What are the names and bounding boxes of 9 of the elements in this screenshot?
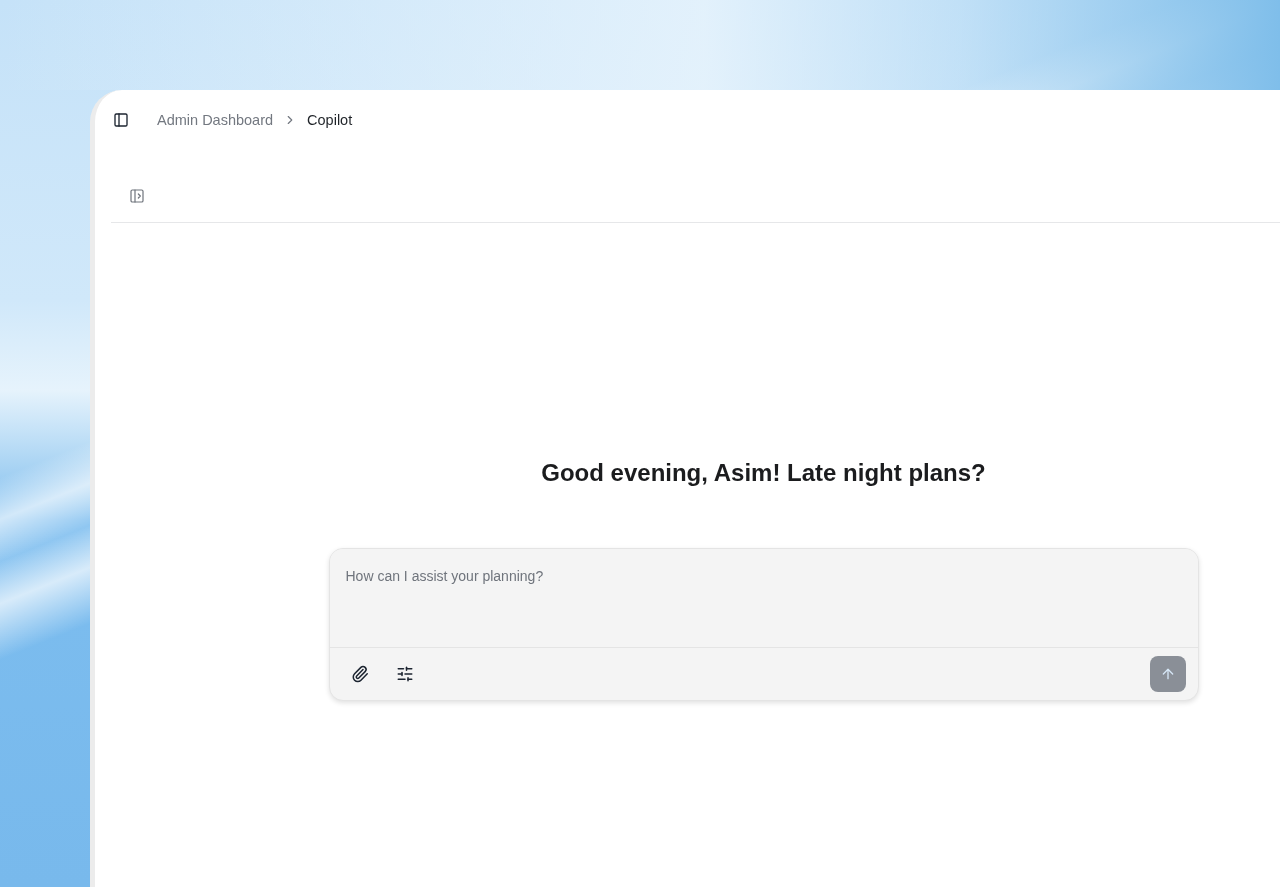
message-input[interactable]: How can I assist your planning? [329, 549, 1198, 648]
paperclip-icon [350, 665, 369, 683]
panel-open-icon [129, 187, 145, 204]
breadcrumb-current-page: Copilot [307, 112, 353, 128]
sidebar-icon [113, 112, 129, 128]
greeting-heading: Good evening, Asim! Late night plans? [541, 458, 986, 488]
sliders-icon [395, 665, 414, 683]
breadcrumb-link[interactable]: Admin Dashboard [157, 112, 274, 128]
chat-composer[interactable]: How can I assist your planning? [328, 548, 1199, 701]
